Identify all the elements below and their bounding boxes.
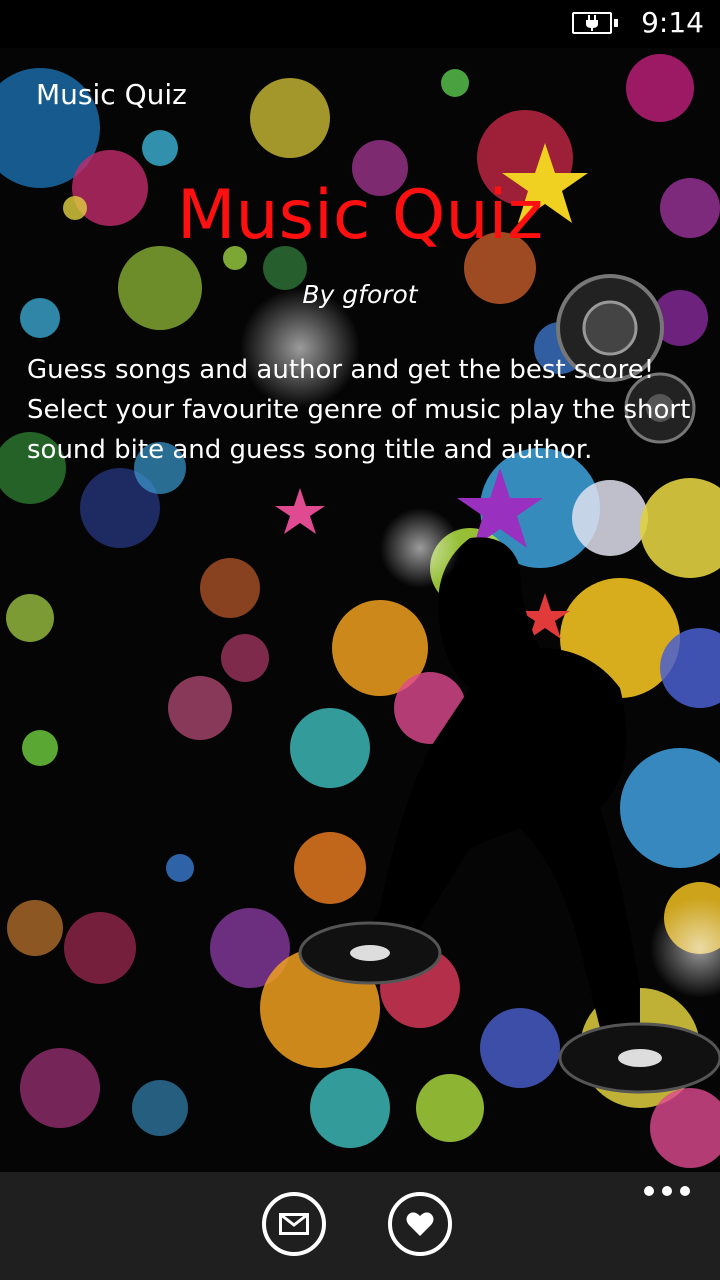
author-credit: By gforot bbox=[302, 280, 418, 309]
dot bbox=[680, 1186, 690, 1196]
status-bar: 9:14 bbox=[0, 0, 720, 48]
description-text: Guess songs and author and get the best … bbox=[27, 355, 691, 465]
favorite-button[interactable] bbox=[388, 1192, 452, 1256]
mail-icon bbox=[279, 1213, 309, 1235]
more-ellipsis-icon[interactable] bbox=[644, 1186, 690, 1196]
battery-charging-icon bbox=[572, 12, 618, 34]
dot bbox=[644, 1186, 654, 1196]
mail-button[interactable] bbox=[262, 1192, 326, 1256]
page-title: Music Quiz bbox=[176, 176, 544, 255]
dot bbox=[662, 1186, 672, 1196]
app-bar bbox=[0, 1172, 720, 1280]
app-title: Music Quiz bbox=[36, 78, 187, 111]
heart-icon bbox=[406, 1212, 434, 1236]
clock: 9:14 bbox=[641, 6, 704, 39]
